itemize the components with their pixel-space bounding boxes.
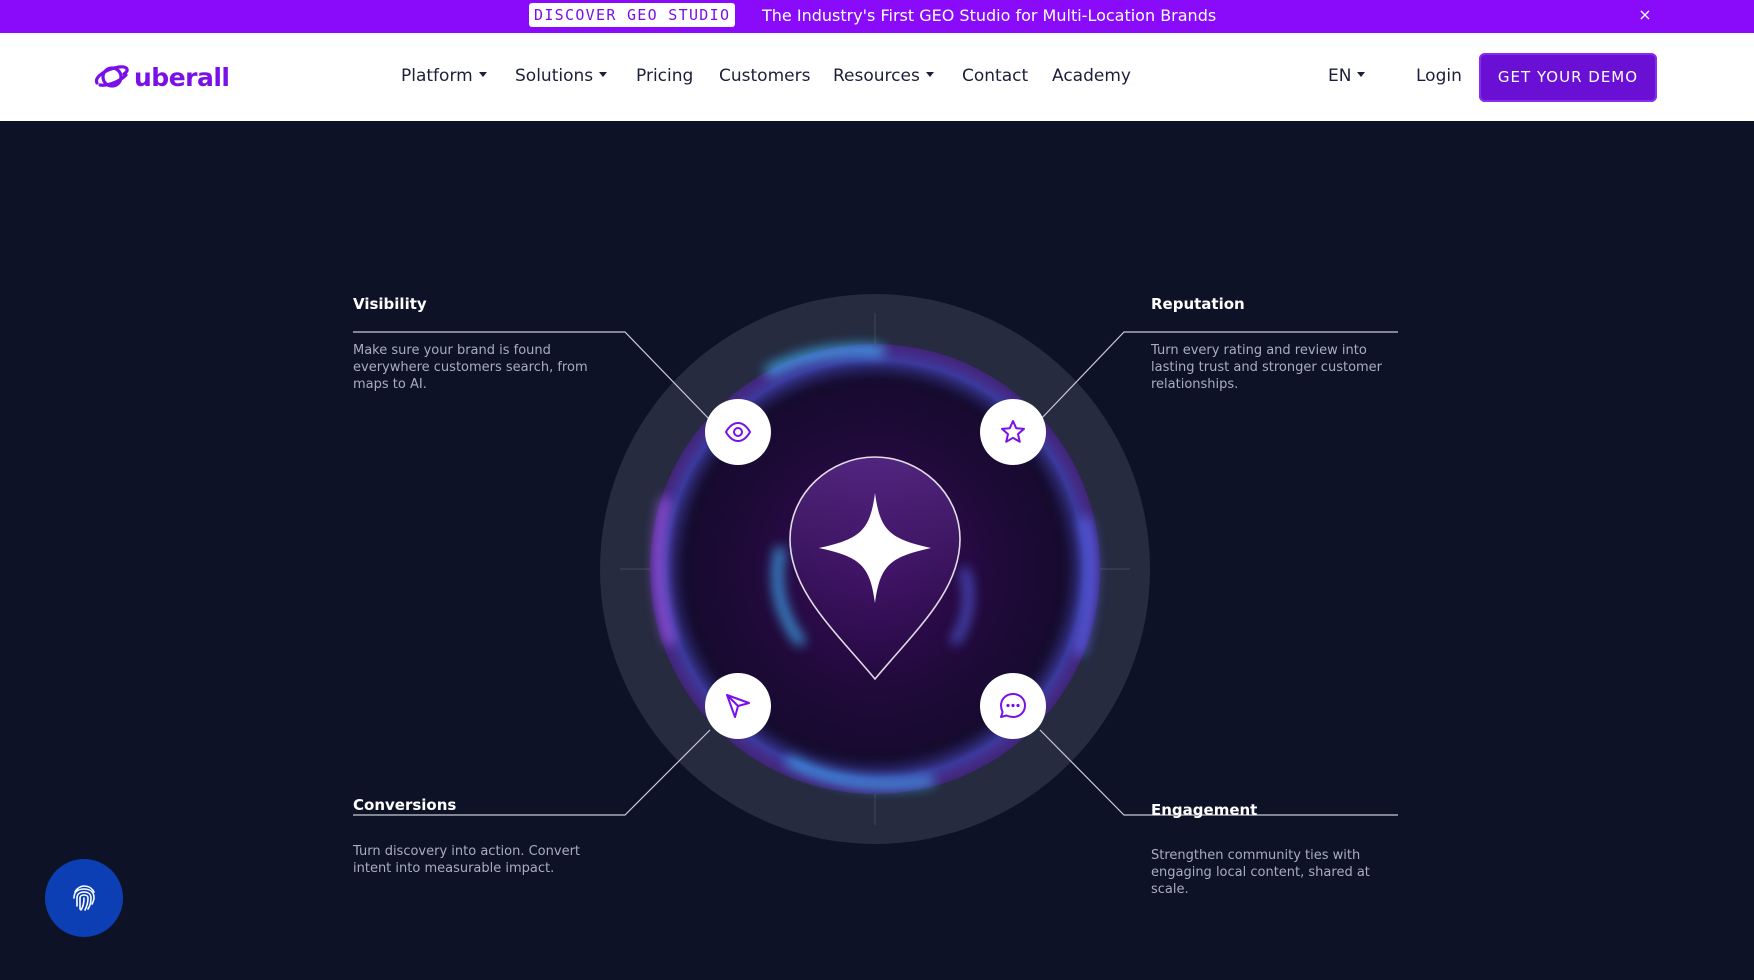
language-selector[interactable]: EN (1328, 64, 1366, 88)
announcement-badge[interactable]: DISCOVER GEO STUDIO (529, 3, 736, 27)
nav-contact[interactable]: Contact (962, 64, 1028, 88)
announcement-bar: DISCOVER GEO STUDIO The Industry's First… (0, 0, 1754, 33)
nav-solutions[interactable]: Solutions (515, 64, 608, 88)
caret-down-icon (599, 71, 608, 77)
fingerprint-button[interactable] (45, 859, 123, 937)
nav-label: Academy (1052, 66, 1131, 86)
hero-section: Visibility Make sure your brand is found… (0, 121, 1754, 980)
nav-label: Resources (833, 66, 920, 86)
feature-diagram (353, 294, 1398, 844)
feature-title-visibility: Visibility (353, 295, 427, 313)
get-demo-button[interactable]: GET YOUR DEMO (1479, 53, 1657, 102)
caret-down-icon (478, 71, 487, 77)
nav-resources[interactable]: Resources (833, 64, 934, 88)
feature-title-engagement: Engagement (1151, 801, 1258, 819)
nav-label: Pricing (636, 66, 694, 86)
feature-desc-engagement: Strengthen community ties with engaging … (1151, 848, 1370, 897)
nav-academy[interactable]: Academy (1052, 64, 1131, 88)
nav-platform[interactable]: Platform (401, 64, 487, 88)
feature-desc-reputation: Turn every rating and review into lastin… (1151, 343, 1383, 392)
logo[interactable]: uberall (94, 61, 230, 93)
language-label: EN (1328, 66, 1352, 86)
engagement-node[interactable] (980, 673, 1046, 739)
caret-down-icon (1357, 71, 1366, 77)
eye-icon (724, 421, 752, 443)
close-icon[interactable]: × (1638, 4, 1652, 26)
fingerprint-icon (73, 885, 95, 911)
feature-desc-conversions: Turn discovery into action. Convert inte… (353, 844, 581, 876)
logo-text: uberall (134, 62, 230, 92)
nav-label: Solutions (515, 66, 594, 86)
chat-bubble-icon (1000, 693, 1026, 718)
login-link[interactable]: Login (1416, 64, 1462, 88)
nav-pricing[interactable]: Pricing (636, 64, 693, 88)
reputation-node[interactable] (980, 399, 1046, 465)
visibility-node[interactable] (705, 399, 771, 465)
conversions-node[interactable] (705, 673, 771, 739)
feature-title-reputation: Reputation (1151, 295, 1245, 313)
star-icon (1001, 420, 1025, 443)
announcement-text[interactable]: The Industry's First GEO Studio for Mult… (762, 5, 1216, 27)
nav-label: Customers (719, 66, 811, 86)
site-header: uberall Platform Solutions Pricing Custo… (0, 33, 1754, 121)
feature-title-conversions: Conversions (353, 796, 457, 814)
nav-customers[interactable]: Customers (719, 64, 810, 88)
caret-down-icon (925, 71, 934, 77)
feature-desc-visibility: Make sure your brand is found everywhere… (353, 343, 588, 392)
nav-label: Contact (962, 66, 1029, 86)
nav-label: Platform (401, 66, 473, 86)
planet-logo-icon (94, 65, 129, 88)
cursor-arrow-icon (726, 694, 750, 718)
